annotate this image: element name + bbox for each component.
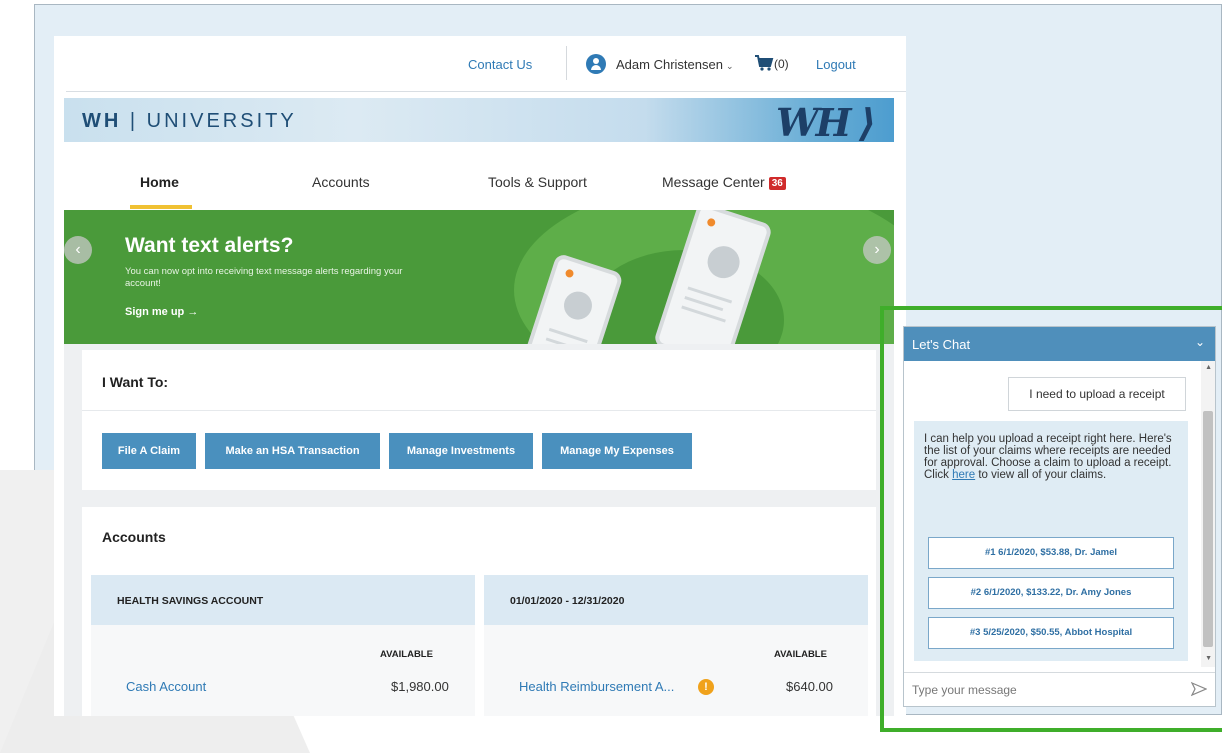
- banner-prev-button[interactable]: ‹: [64, 236, 92, 264]
- manage-investments-button[interactable]: Manage Investments: [389, 433, 533, 469]
- available-label: AVAILABLE: [774, 649, 827, 660]
- brand-logo-text: WH: [776, 100, 852, 145]
- chevron-down-icon[interactable]: ⌄: [1195, 335, 1205, 349]
- notification-dot: [706, 217, 717, 228]
- user-name: Adam Christensen: [616, 57, 723, 72]
- brand-name-left: WH: [82, 110, 122, 132]
- promo-banner: Want text alerts? You can now opt into r…: [64, 210, 894, 344]
- contact-us-link[interactable]: Contact Us: [468, 57, 532, 72]
- account-balance: $1,980.00: [391, 679, 449, 694]
- message-count-badge: 36: [768, 177, 786, 190]
- scroll-up-icon[interactable]: ▲: [1205, 364, 1212, 371]
- user-menu[interactable]: Adam Christensen ⌄: [616, 57, 734, 72]
- available-label: AVAILABLE: [380, 649, 433, 660]
- top-bar-divider: [566, 46, 567, 80]
- brand-bar: WH | UNIVERSITY WH ⟩: [64, 98, 894, 145]
- nav-home[interactable]: Home: [140, 174, 179, 190]
- cart-icon[interactable]: [754, 53, 774, 73]
- hsa-transaction-button[interactable]: Make an HSA Transaction: [205, 433, 380, 469]
- chevron-right-icon: ›: [874, 241, 880, 258]
- nav-tools-support[interactable]: Tools & Support: [488, 174, 587, 190]
- bot-text-part: to view all of your claims.: [975, 469, 1107, 481]
- file-a-claim-button[interactable]: File A Claim: [102, 433, 196, 469]
- account-panel-heading: 01/01/2020 - 12/31/2020: [510, 595, 625, 607]
- nav-accounts[interactable]: Accounts: [312, 174, 370, 190]
- profile-placeholder-icon: [560, 287, 596, 324]
- active-tab-indicator: [130, 205, 192, 209]
- view-claims-link[interactable]: here: [952, 469, 975, 481]
- brand-logo-chevron: ⟩: [848, 100, 876, 145]
- hra-account-panel: 01/01/2020 - 12/31/2020 AVAILABLE Health…: [484, 575, 868, 716]
- account-panel-header: 01/01/2020 - 12/31/2020: [484, 575, 868, 625]
- notification-dot: [564, 268, 575, 279]
- main-nav: Home Accounts Tools & Support Message Ce…: [64, 156, 894, 210]
- brand-logo: WH ⟩: [776, 100, 876, 145]
- divider: [82, 410, 876, 411]
- i-want-to-title: I Want To:: [102, 374, 169, 390]
- claim-option-button[interactable]: #2 6/1/2020, $133.22, Dr. Amy Jones: [928, 577, 1174, 609]
- chat-input-area: [904, 672, 1215, 706]
- health-reimbursement-link[interactable]: Health Reimbursement A...: [519, 679, 674, 694]
- user-message: I need to upload a receipt: [1008, 377, 1186, 411]
- chat-message-input[interactable]: [912, 679, 1172, 701]
- chat-title: Let's Chat: [912, 337, 971, 352]
- bot-message-text: I can help you upload a receipt right he…: [924, 433, 1176, 481]
- user-avatar-icon[interactable]: [586, 54, 606, 74]
- top-bar: Contact Us Adam Christensen ⌄ (0) Logout: [66, 36, 906, 92]
- cart-count: (0): [774, 57, 789, 71]
- brand-name-right: UNIVERSITY: [146, 110, 297, 132]
- hsa-account-panel: HEALTH SAVINGS ACCOUNT AVAILABLE Cash Ac…: [91, 575, 475, 716]
- send-icon[interactable]: [1191, 681, 1207, 697]
- claim-option-button[interactable]: #3 5/25/2020, $50.55, Abbot Hospital: [928, 617, 1174, 649]
- brand-name: WH | UNIVERSITY: [82, 110, 297, 133]
- chevron-left-icon: ‹: [75, 241, 81, 258]
- banner-title: Want text alerts?: [125, 234, 294, 257]
- portal-window: Contact Us Adam Christensen ⌄ (0) Logout …: [54, 36, 906, 716]
- profile-placeholder-icon: [703, 241, 744, 283]
- account-balance: $640.00: [786, 679, 833, 694]
- scroll-down-icon[interactable]: ▼: [1205, 655, 1212, 662]
- account-panel-header: HEALTH SAVINGS ACCOUNT: [91, 575, 475, 625]
- claim-option-button[interactable]: #1 6/1/2020, $53.88, Dr. Jamel: [928, 537, 1174, 569]
- nav-message-center[interactable]: Message Center 36: [662, 174, 786, 190]
- cash-account-link[interactable]: Cash Account: [126, 679, 206, 694]
- banner-subtitle: You can now opt into receiving text mess…: [125, 266, 403, 289]
- chat-widget: Let's Chat ⌄ ▲ ▼ I need to upload a rece…: [903, 326, 1216, 707]
- sign-me-up-link[interactable]: Sign me up →: [125, 306, 198, 318]
- account-panel-heading: HEALTH SAVINGS ACCOUNT: [117, 595, 264, 607]
- brand-separator: |: [129, 110, 139, 132]
- bot-message: I can help you upload a receipt right he…: [914, 421, 1188, 661]
- chat-scrollbar-thumb[interactable]: [1203, 411, 1213, 647]
- i-want-to-card: I Want To:: [82, 350, 876, 490]
- chevron-down-icon: ⌄: [725, 61, 734, 71]
- nav-message-center-label: Message Center: [662, 174, 765, 190]
- banner-next-button[interactable]: ›: [863, 236, 891, 264]
- manage-expenses-button[interactable]: Manage My Expenses: [542, 433, 692, 469]
- info-icon[interactable]: !: [698, 679, 714, 695]
- chat-header: Let's Chat ⌄: [904, 327, 1215, 361]
- accounts-title: Accounts: [102, 529, 166, 545]
- logout-link[interactable]: Logout: [816, 57, 856, 72]
